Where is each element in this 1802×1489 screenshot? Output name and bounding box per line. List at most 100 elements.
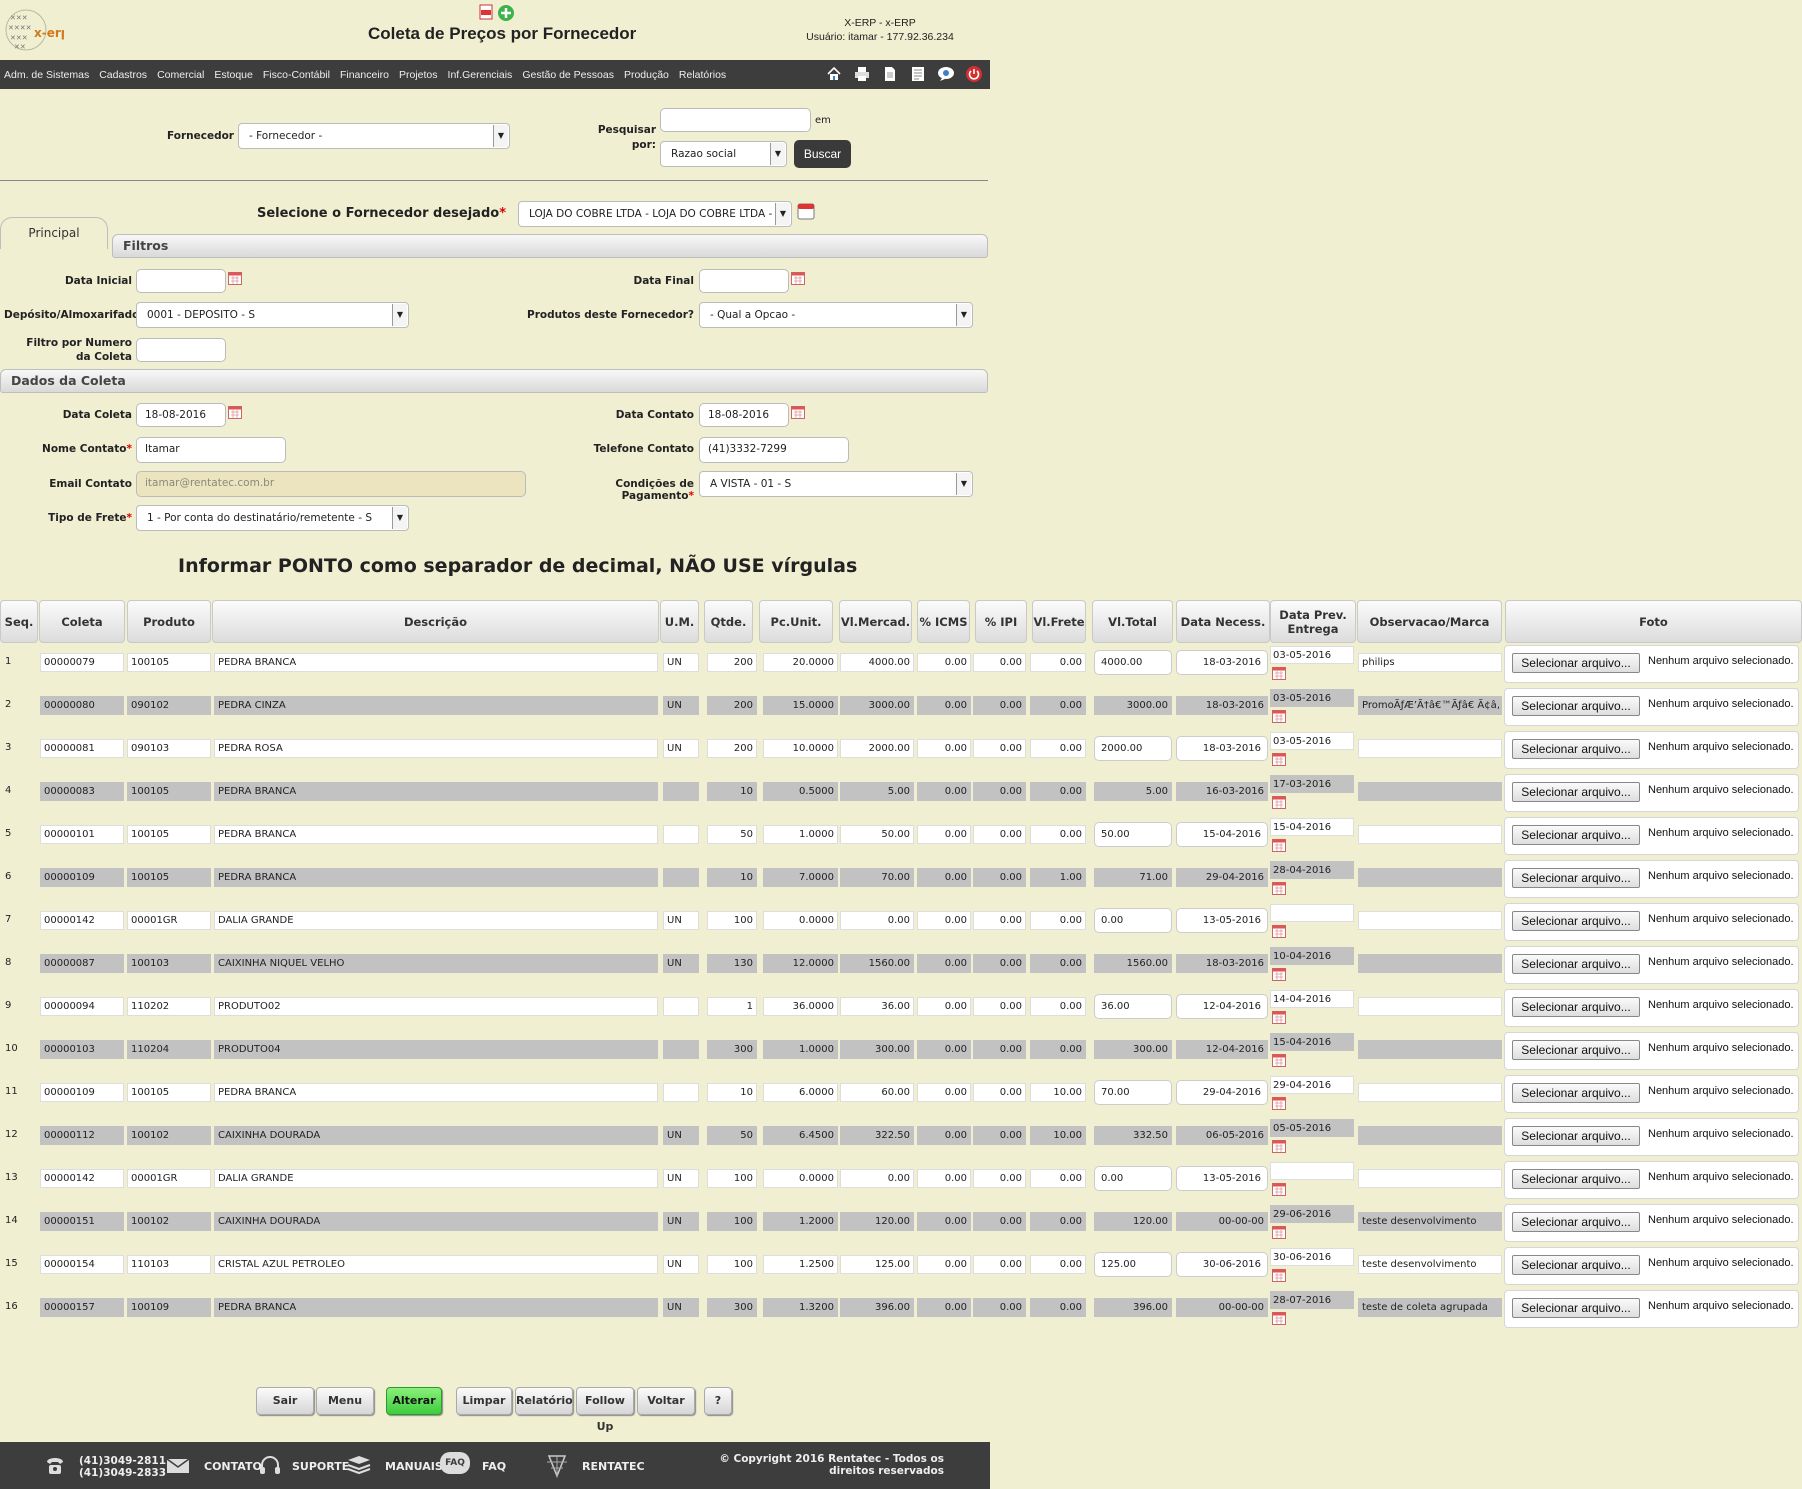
pdf-icon[interactable] — [478, 4, 494, 20]
cell-vlmercad[interactable]: 50.00 — [840, 825, 914, 844]
cell-vl-total[interactable]: 0.00 — [1094, 908, 1172, 933]
cell-vl-total[interactable]: 125.00 — [1094, 1252, 1172, 1277]
cell-vlmercad[interactable]: 36.00 — [840, 997, 914, 1016]
footer-suporte-link[interactable]: SUPORTE — [292, 1460, 349, 1473]
produtos-fornecedor-select[interactable]: - Qual a Opcao - ▼ — [699, 302, 973, 328]
menu-projetos[interactable]: Projetos — [399, 69, 438, 81]
cell-data-prev-entrega[interactable]: 28-04-2016 — [1270, 861, 1354, 879]
cell-icms[interactable]: 0.00 — [917, 1169, 971, 1188]
cell-data-prev-entrega[interactable]: 17-03-2016 — [1270, 775, 1354, 793]
calendar-icon[interactable] — [1272, 1269, 1286, 1282]
cell-frete[interactable]: 0.00 — [1030, 653, 1086, 672]
cell-coleta[interactable]: 00000142 — [40, 911, 124, 930]
data-inicial-input[interactable] — [136, 269, 226, 293]
cell-data-prev-entrega[interactable]: 03-05-2016 — [1270, 732, 1354, 750]
cell-data-prev-entrega[interactable]: 03-05-2016 — [1270, 689, 1354, 707]
select-file-button[interactable]: Selecionar arquivo... — [1512, 1255, 1640, 1275]
calendar-icon[interactable] — [1272, 710, 1286, 723]
cell-qtde[interactable]: 200 — [707, 739, 757, 758]
nome-contato-input[interactable]: Itamar — [136, 437, 286, 463]
cell-vlmercad[interactable]: 60.00 — [840, 1083, 914, 1102]
limpar-button[interactable]: Limpar — [456, 1387, 512, 1415]
cell-obs[interactable] — [1358, 1083, 1502, 1102]
footer-rentatec-link[interactable]: RENTATEC — [582, 1460, 645, 1473]
add-icon[interactable] — [497, 4, 515, 22]
cell-obs[interactable] — [1358, 1169, 1502, 1188]
cell-necess[interactable]: 13-05-2016 — [1176, 908, 1268, 933]
cell-descricao[interactable]: PEDRA BRANCA — [214, 653, 658, 672]
menu-gestao-pessoas[interactable]: Gestão de Pessoas — [522, 69, 614, 81]
cell-icms[interactable]: 0.00 — [917, 825, 971, 844]
cell-coleta[interactable]: 00000154 — [40, 1255, 124, 1274]
cell-ipi[interactable]: 0.00 — [973, 1169, 1026, 1188]
cell-um[interactable] — [663, 997, 699, 1016]
cell-pcunit[interactable]: 6.0000 — [763, 1083, 838, 1102]
cell-um[interactable] — [663, 1083, 699, 1102]
cell-vl-total[interactable]: 2000.00 — [1094, 736, 1172, 761]
cell-descricao[interactable]: CRISTAL AZUL PETROLEO — [214, 1255, 658, 1274]
filtro-numero-input[interactable] — [136, 338, 226, 362]
calendar-icon[interactable] — [1272, 968, 1286, 981]
buscar-button[interactable]: Buscar — [794, 140, 851, 168]
cell-icms[interactable]: 0.00 — [917, 1255, 971, 1274]
select-file-button[interactable]: Selecionar arquivo... — [1512, 825, 1640, 845]
alterar-button[interactable]: Alterar — [386, 1387, 442, 1415]
calendar-icon[interactable] — [797, 202, 815, 220]
menu-estoque[interactable]: Estoque — [214, 69, 253, 81]
cell-ipi[interactable]: 0.00 — [973, 653, 1026, 672]
menu-financeiro[interactable]: Financeiro — [340, 69, 389, 81]
cell-coleta[interactable]: 00000101 — [40, 825, 124, 844]
menu-producao[interactable]: Produção — [624, 69, 669, 81]
cell-data-prev-entrega[interactable]: 14-04-2016 — [1270, 990, 1354, 1008]
deposito-select[interactable]: 0001 - DEPOSITO - S ▼ — [136, 302, 409, 328]
telefone-contato-input[interactable]: (41)3332-7299 — [699, 437, 849, 463]
select-file-button[interactable]: Selecionar arquivo... — [1512, 1212, 1640, 1232]
cell-necess[interactable]: 15-04-2016 — [1176, 822, 1268, 847]
menu-comercial[interactable]: Comercial — [157, 69, 204, 81]
cell-frete[interactable]: 0.00 — [1030, 1169, 1086, 1188]
cell-pcunit[interactable]: 36.0000 — [763, 997, 838, 1016]
cell-necess[interactable]: 12-04-2016 — [1176, 994, 1268, 1019]
select-file-button[interactable]: Selecionar arquivo... — [1512, 1126, 1640, 1146]
menu-inf-gerenciais[interactable]: Inf.Gerenciais — [448, 69, 513, 81]
cell-produto[interactable]: 100105 — [127, 653, 211, 672]
cell-data-prev-entrega[interactable] — [1270, 1162, 1354, 1180]
data-coleta-input[interactable]: 18-08-2016 — [136, 403, 226, 427]
cell-ipi[interactable]: 0.00 — [973, 997, 1026, 1016]
cell-produto[interactable]: 110202 — [127, 997, 211, 1016]
cell-coleta[interactable]: 00000079 — [40, 653, 124, 672]
cell-pcunit[interactable]: 0.0000 — [763, 1169, 838, 1188]
cell-produto[interactable]: 090103 — [127, 739, 211, 758]
cell-data-prev-entrega[interactable]: 29-06-2016 — [1270, 1205, 1354, 1223]
cell-vlmercad[interactable]: 0.00 — [840, 1169, 914, 1188]
select-file-button[interactable]: Selecionar arquivo... — [1512, 1083, 1640, 1103]
cell-obs[interactable]: teste desenvolvimento — [1358, 1255, 1502, 1274]
power-icon[interactable] — [962, 63, 986, 85]
cell-data-prev-entrega[interactable]: 05-05-2016 — [1270, 1119, 1354, 1137]
calendar-icon[interactable] — [228, 406, 242, 419]
document-icon[interactable] — [878, 63, 902, 85]
cell-necess[interactable]: 18-03-2016 — [1176, 736, 1268, 761]
cell-pcunit[interactable]: 10.0000 — [763, 739, 838, 758]
select-file-button[interactable]: Selecionar arquivo... — [1512, 1298, 1640, 1318]
cell-descricao[interactable]: DALIA GRANDE — [214, 1169, 658, 1188]
menu-relatorios[interactable]: Relatórios — [679, 69, 726, 81]
cell-coleta[interactable]: 00000094 — [40, 997, 124, 1016]
cell-vl-total[interactable]: 36.00 — [1094, 994, 1172, 1019]
cell-ipi[interactable]: 0.00 — [973, 1083, 1026, 1102]
calendar-icon[interactable] — [1272, 753, 1286, 766]
cell-obs[interactable] — [1358, 911, 1502, 930]
cell-qtde[interactable]: 100 — [707, 911, 757, 930]
cell-qtde[interactable]: 100 — [707, 1255, 757, 1274]
cell-qtde[interactable]: 1 — [707, 997, 757, 1016]
cell-vlmercad[interactable]: 0.00 — [840, 911, 914, 930]
cell-descricao[interactable]: PEDRA BRANCA — [214, 825, 658, 844]
calendar-icon[interactable] — [1272, 1226, 1286, 1239]
cell-qtde[interactable]: 50 — [707, 825, 757, 844]
cell-um[interactable] — [663, 825, 699, 844]
home-icon[interactable] — [822, 63, 846, 85]
menu-button[interactable]: Menu — [316, 1387, 374, 1415]
cell-pcunit[interactable]: 1.2500 — [763, 1255, 838, 1274]
search-field-select[interactable]: Razao social ▼ — [660, 141, 787, 167]
select-file-button[interactable]: Selecionar arquivo... — [1512, 1169, 1640, 1189]
